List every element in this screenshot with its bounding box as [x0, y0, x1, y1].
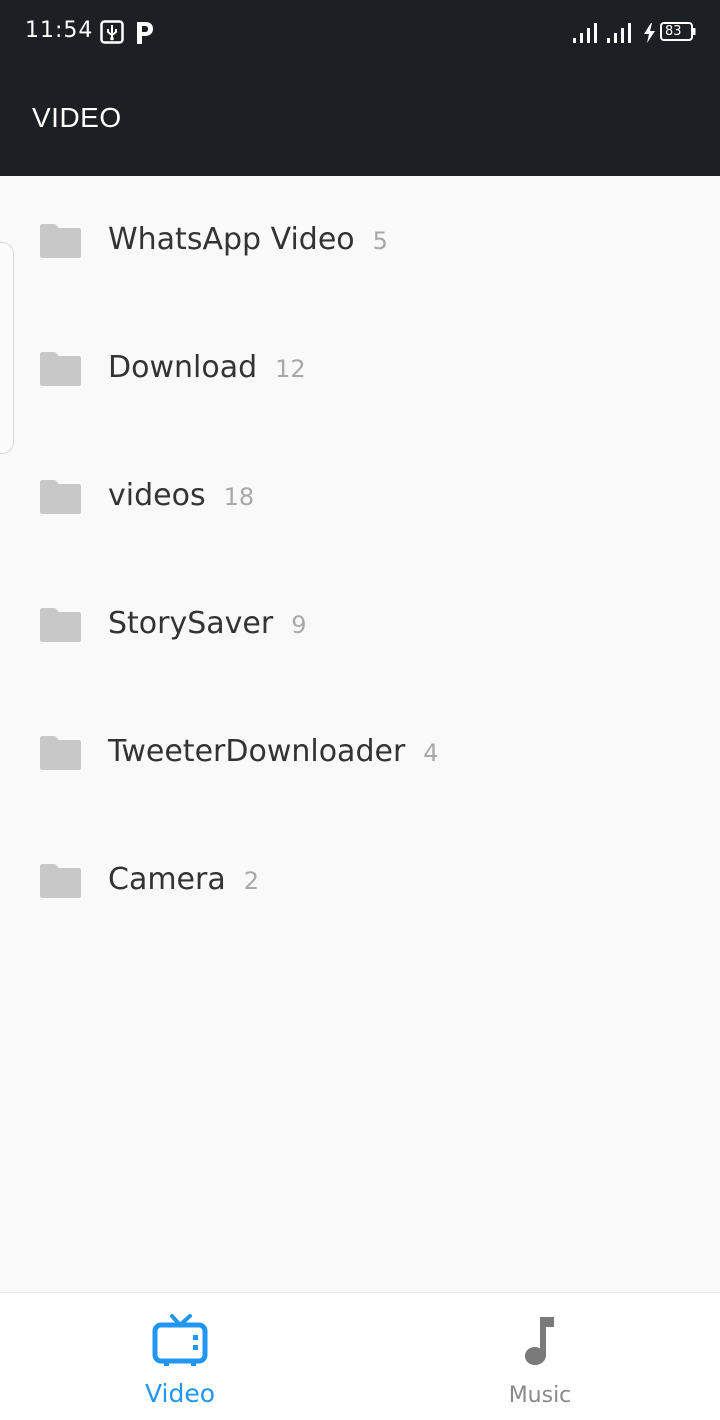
nav-tab-music-label: Music: [508, 1383, 572, 1408]
status-time: 11:54: [25, 18, 94, 43]
folder-name: WhatsApp Video: [108, 222, 355, 257]
folder-count: 9: [291, 611, 307, 639]
folder-count: 12: [275, 355, 306, 383]
folder-icon: [40, 480, 81, 514]
folder-name: videos: [108, 478, 206, 513]
battery-level: 83: [665, 24, 682, 39]
page-title: VIDEO: [32, 102, 122, 133]
folder-item-whatsapp-video[interactable]: WhatsApp Video 5: [0, 176, 720, 304]
folder-count: 2: [243, 867, 260, 895]
folder-name: Camera: [108, 862, 226, 897]
usb-icon: [100, 20, 124, 48]
tv-icon: [152, 1314, 208, 1366]
folder-item-videos[interactable]: videos 18: [0, 432, 720, 560]
folder-name: Download: [108, 350, 258, 385]
folder-item-camera[interactable]: Camera 2: [0, 816, 720, 944]
folder-item-storysaver[interactable]: StorySaver 9: [0, 560, 720, 688]
video-screen: 11:54 83 VIDEO WhatsApp Video 5 Download…: [0, 0, 720, 1420]
folder-icon: [40, 864, 81, 898]
signal-icon: [606, 22, 634, 48]
nav-tab-video[interactable]: Video: [0, 1293, 360, 1420]
charging-icon: [642, 22, 660, 48]
folder-item-tweeterdownloader[interactable]: TweeterDownloader 4: [0, 688, 720, 816]
folder-icon: [40, 608, 81, 642]
app-bar: VIDEO: [0, 66, 720, 176]
folder-name: StorySaver: [108, 606, 274, 641]
folder-list: WhatsApp Video 5 Download 12 videos 18 S…: [0, 176, 720, 944]
nav-tab-video-label: Video: [144, 1379, 216, 1408]
music-note-icon: [525, 1317, 554, 1365]
folder-count: 18: [223, 483, 255, 511]
bottom-navigation: Video Music: [0, 1292, 720, 1420]
folder-icon: [40, 224, 81, 258]
folder-name: TweeterDownloader: [108, 734, 406, 769]
nav-tab-music[interactable]: Music: [360, 1293, 720, 1420]
folder-count: 5: [372, 227, 388, 255]
edge-panel-handle[interactable]: [0, 242, 14, 454]
status-bar: 11:54 83: [0, 0, 720, 66]
signal-icon: [572, 22, 600, 48]
folder-count: 4: [423, 739, 439, 767]
folder-item-download[interactable]: Download 12: [0, 304, 720, 432]
folder-icon: [40, 736, 81, 770]
folder-icon: [40, 352, 81, 386]
p-app-icon: [134, 20, 154, 48]
